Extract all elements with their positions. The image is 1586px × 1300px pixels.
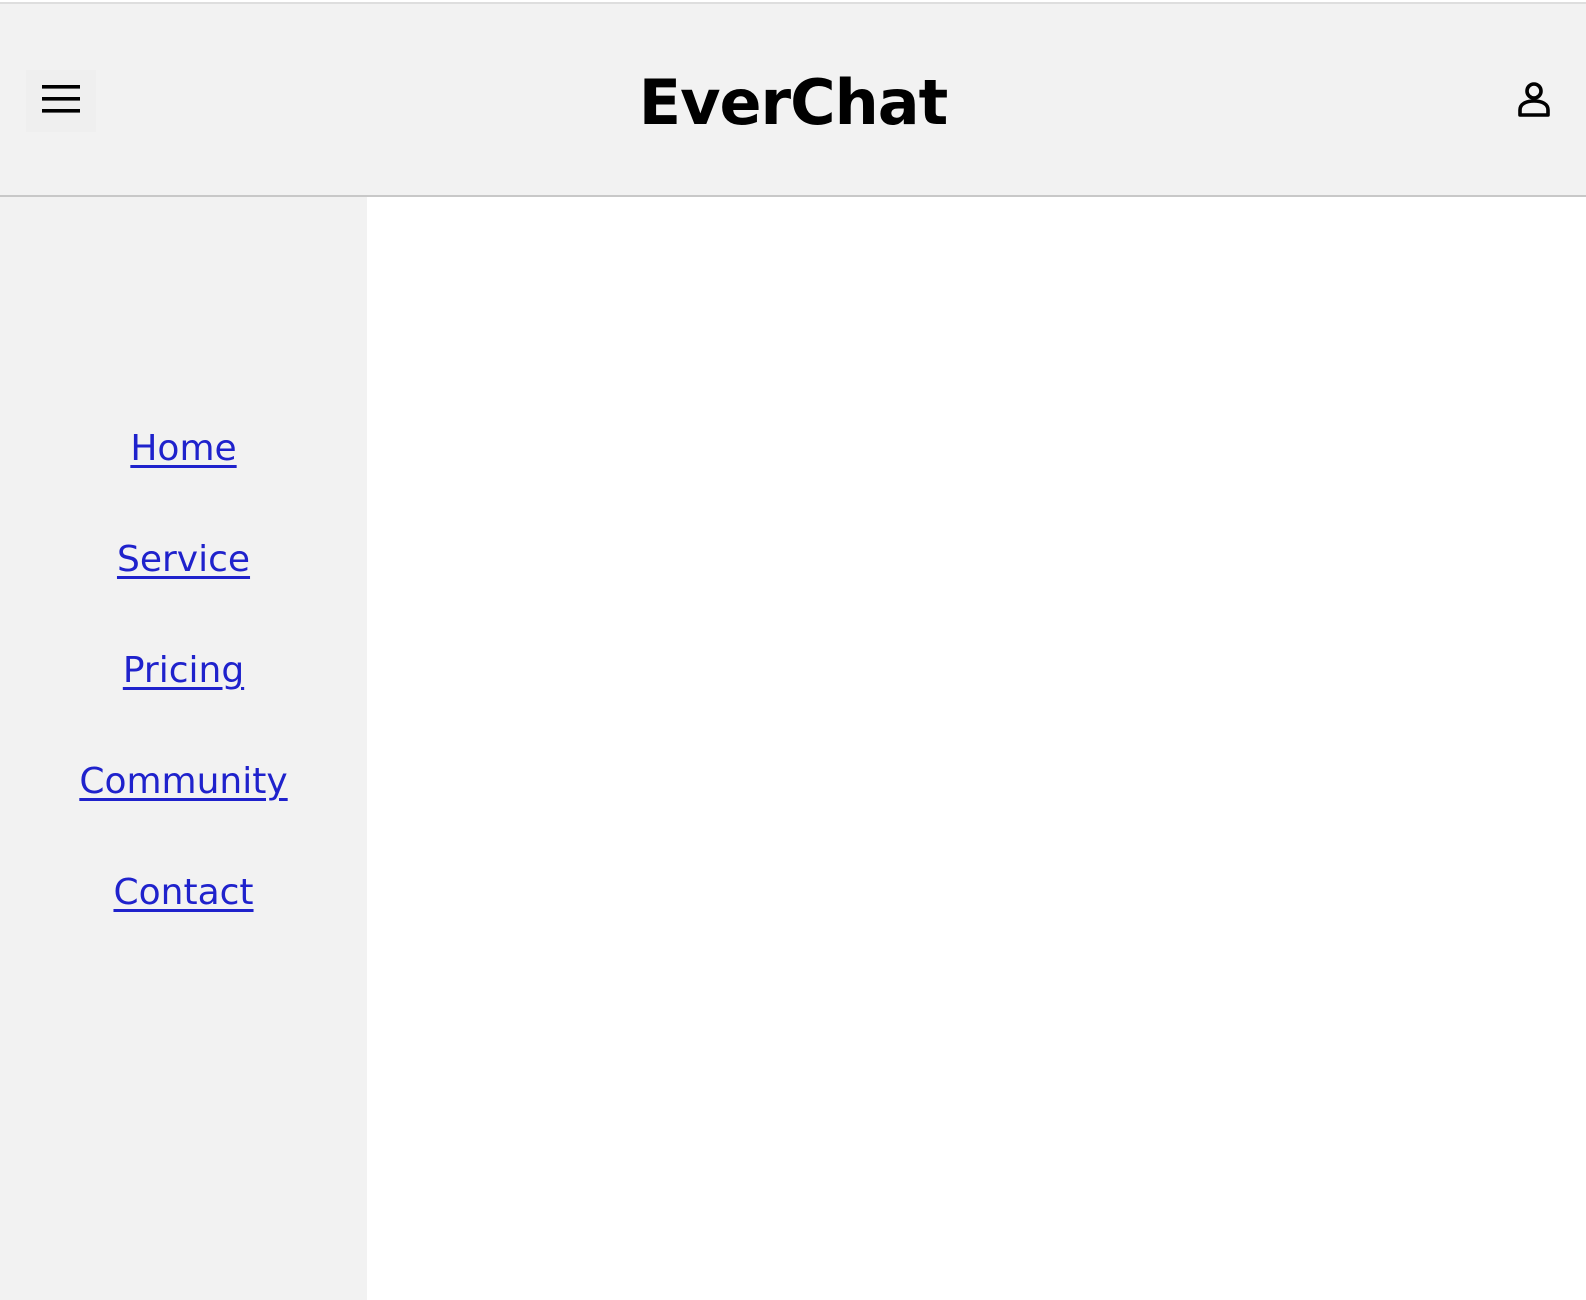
user-profile-icon [1518, 82, 1550, 117]
app-header: EverChat [0, 4, 1586, 197]
app-title: EverChat [638, 66, 949, 139]
user-profile-button[interactable] [1512, 78, 1560, 126]
sidebar-item-community[interactable]: Community [0, 752, 367, 812]
main-content-area [367, 197, 1586, 1300]
sidebar-item-home[interactable]: Home [0, 419, 367, 479]
sidebar-nav: Home Service Pricing Community Contact [0, 197, 367, 1300]
sidebar-item-pricing[interactable]: Pricing [0, 641, 367, 701]
sidebar-item-service[interactable]: Service [0, 530, 367, 590]
sidebar-item-contact[interactable]: Contact [0, 863, 367, 923]
